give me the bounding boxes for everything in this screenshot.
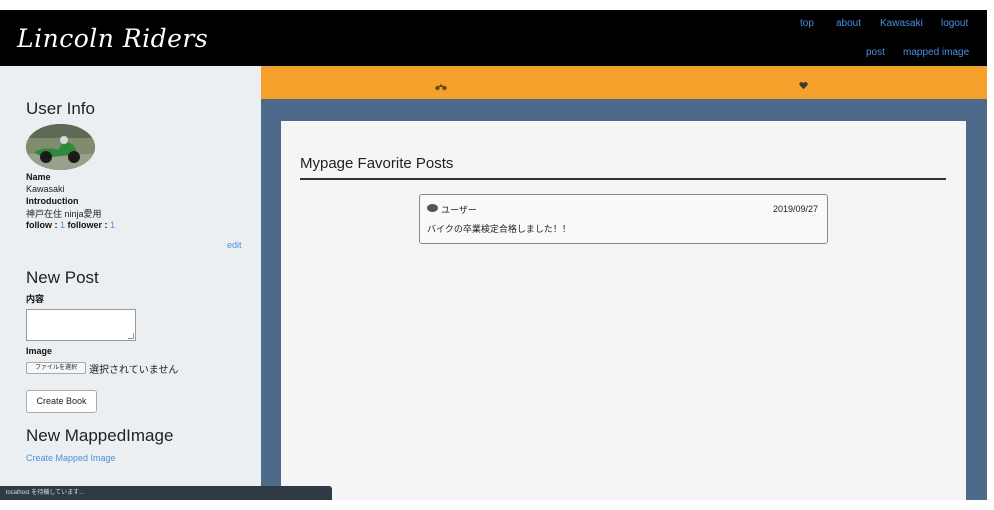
nav-logout[interactable]: logout [941, 18, 968, 29]
user-info-heading: User Info [26, 99, 95, 118]
post-body: バイクの卒業検定合格しました！！ [427, 224, 571, 234]
introduction-value: 神戸在住 ninja愛用 [26, 209, 102, 219]
title-divider [300, 178, 946, 180]
edit-profile-link[interactable]: edit [227, 240, 242, 250]
avatar-image [26, 124, 95, 170]
follower-label: follower : [67, 220, 111, 230]
nav-user[interactable]: Kawasaki [880, 18, 923, 29]
name-value: Kawasaki [26, 184, 65, 194]
nav-about[interactable]: about [836, 18, 861, 29]
post-username[interactable]: ユーザー [441, 203, 477, 216]
nav-post[interactable]: post [866, 47, 885, 58]
avatar [26, 124, 95, 170]
site-brand[interactable]: Lincoln Riders [17, 24, 208, 53]
content-textarea[interactable] [26, 309, 136, 341]
nav-top[interactable]: top [800, 18, 814, 29]
name-label: Name [26, 172, 51, 182]
heart-icon[interactable] [799, 77, 808, 95]
post-date: 2019/09/27 [772, 204, 818, 214]
resize-grip-icon[interactable] [128, 333, 134, 339]
post-card[interactable]: ユーザー 2019/09/27 バイクの卒業検定合格しました！！ [419, 194, 828, 244]
choose-file-button[interactable]: ファイルを選択 [26, 362, 86, 374]
introduction-label: Introduction [26, 196, 79, 206]
new-mapped-image-heading: New MappedImage [26, 426, 174, 445]
nav-mapped-image[interactable]: mapped image [903, 47, 969, 58]
tab-bar [261, 66, 987, 99]
follow-count-link[interactable]: 1 [60, 220, 65, 230]
follow-stats: follow : 1 follower : 1 [26, 220, 115, 230]
follow-label: follow : [26, 220, 60, 230]
file-status: 選択されていません [89, 365, 179, 376]
follower-count-link[interactable]: 1 [110, 220, 115, 230]
create-mapped-image-link[interactable]: Create Mapped Image [26, 453, 116, 463]
new-post-heading: New Post [26, 268, 99, 287]
content-label: 内容 [26, 294, 45, 304]
create-book-button[interactable]: Create Book [26, 390, 97, 413]
page-title: Mypage Favorite Posts [300, 155, 454, 172]
image-label: Image [26, 346, 53, 356]
browser-status-bar: localhost を待機しています... [0, 486, 332, 500]
motorcycle-icon[interactable] [435, 78, 447, 96]
user-avatar-icon [427, 204, 438, 212]
